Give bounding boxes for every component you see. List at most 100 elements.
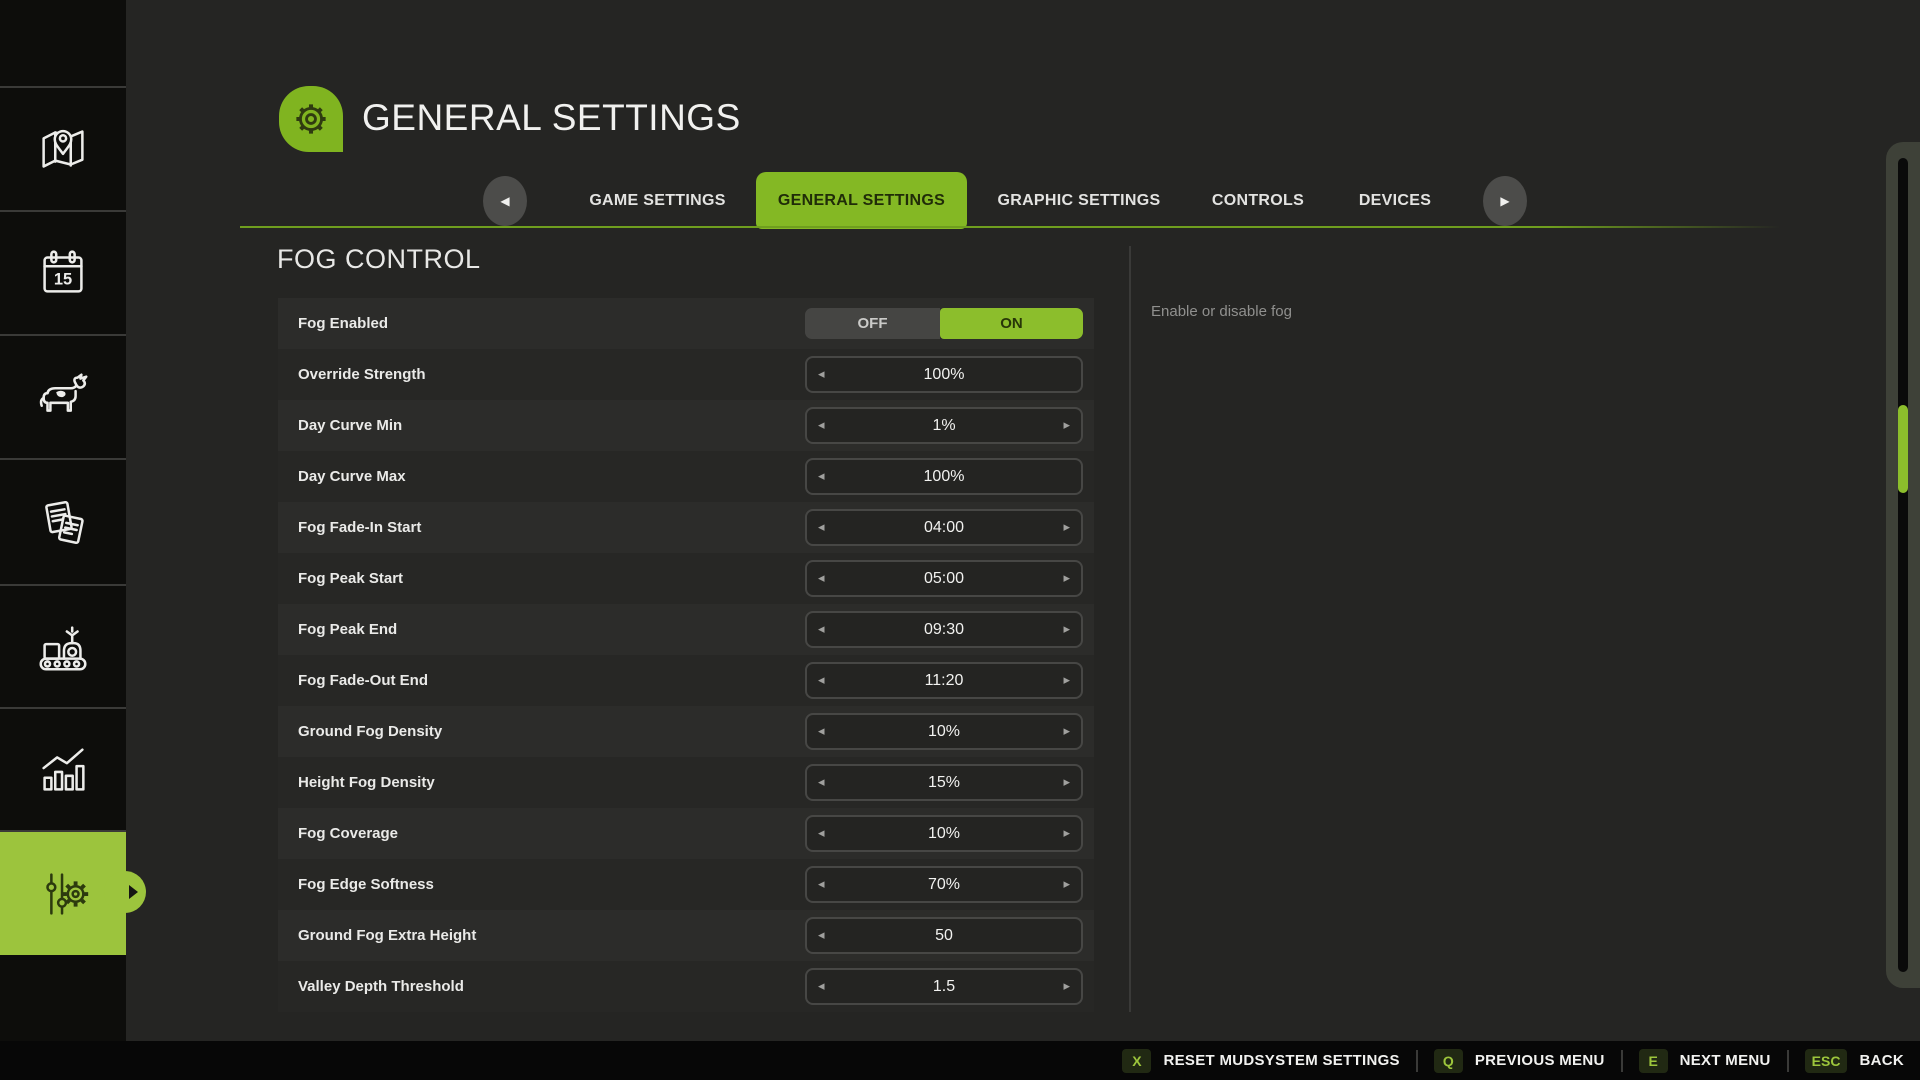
settings-icon	[32, 863, 94, 925]
stepper-value: 50	[807, 927, 1081, 945]
footer-keybar: X RESET MUDSYSTEM SETTINGS Q PREVIOUS ME…	[0, 1041, 1920, 1080]
sidebar-item-contracts[interactable]	[0, 458, 126, 584]
tabs-next-button[interactable]: ▶	[1483, 176, 1527, 226]
stepper-left-arrow-icon[interactable]: ◂	[818, 877, 825, 892]
sidebar-item-production[interactable]	[0, 584, 126, 707]
setting-row-fog-fade-in-start: Fog Fade-In Start ◂ 04:00 ▸	[278, 502, 1094, 553]
setting-row-fog-fade-out-end: Fog Fade-Out End ◂ 11:20 ▸	[278, 655, 1094, 706]
footer-action-reset-mudsystem-settings[interactable]: X RESET MUDSYSTEM SETTINGS	[1122, 1049, 1399, 1073]
stepper-right-arrow-icon[interactable]: ▸	[1063, 979, 1070, 994]
footer-action-previous-menu[interactable]: Q PREVIOUS MENU	[1434, 1049, 1605, 1073]
setting-label: Fog Enabled	[298, 298, 388, 349]
stepper-right-arrow-icon[interactable]: ▸	[1063, 724, 1070, 739]
setting-row-ground-fog-extra-height: Ground Fog Extra Height ◂ 50 ▸	[278, 910, 1094, 961]
stepper-right-arrow-icon[interactable]: ▸	[1063, 571, 1070, 586]
footer-action-next-menu[interactable]: E NEXT MENU	[1639, 1049, 1771, 1073]
stepper: ◂ 1% ▸	[805, 407, 1083, 444]
scrollbar-track[interactable]	[1898, 158, 1908, 972]
key-badge-x: X	[1122, 1049, 1151, 1073]
setting-row-valley-depth-threshold: Valley Depth Threshold ◂ 1.5 ▸	[278, 961, 1094, 1012]
stepper: ◂ 09:30 ▸	[805, 611, 1083, 648]
sidebar-active-arrow-icon	[129, 885, 138, 899]
sidebar-item-calendar[interactable]: 15	[0, 210, 126, 334]
sidebar-active-bump	[104, 871, 146, 913]
stepper-left-arrow-icon[interactable]: ◂	[818, 571, 825, 586]
stepper: ◂ 1.5 ▸	[805, 968, 1083, 1005]
setting-row-fog-peak-start: Fog Peak Start ◂ 05:00 ▸	[278, 553, 1094, 604]
footer-action-label: BACK	[1859, 1052, 1904, 1069]
stepper-value: 100%	[807, 366, 1081, 384]
tab-game-settings[interactable]: GAME SETTINGS	[585, 181, 730, 221]
setting-label: Override Strength	[298, 349, 426, 400]
general-settings-screen: 15	[0, 0, 1920, 1080]
stepper-right-arrow-icon[interactable]: ▸	[1063, 775, 1070, 790]
stepper-left-arrow-icon[interactable]: ◂	[818, 775, 825, 790]
stepper-value: 10%	[807, 723, 1081, 741]
stepper-left-arrow-icon[interactable]: ◂	[818, 418, 825, 433]
setting-label: Valley Depth Threshold	[298, 961, 464, 1012]
footer-action-back[interactable]: ESC BACK	[1805, 1049, 1904, 1073]
tabbar-underline	[240, 226, 1780, 228]
stepper-right-arrow-icon[interactable]: ▸	[1063, 520, 1070, 535]
calendar-day-label: 15	[54, 271, 72, 289]
tabs-prev-button[interactable]: ◀	[483, 176, 527, 226]
toggle-on-button[interactable]: ON	[940, 308, 1083, 339]
gear-icon	[285, 93, 337, 145]
stepper-left-arrow-icon[interactable]: ◂	[818, 469, 825, 484]
sidebar-item-map[interactable]	[0, 86, 126, 210]
settings-list: Fog Enabled OFF ON Override Strength ◂ 1…	[278, 298, 1094, 1012]
tab-graphic-settings[interactable]: GRAPHIC SETTINGS	[994, 181, 1164, 221]
stepper-left-arrow-icon[interactable]: ◂	[818, 367, 825, 382]
stepper-right-arrow-icon[interactable]: ▸	[1063, 622, 1070, 637]
setting-label: Height Fog Density	[298, 757, 435, 808]
stepper-left-arrow-icon[interactable]: ◂	[818, 673, 825, 688]
setting-row-fog-edge-softness: Fog Edge Softness ◂ 70% ▸	[278, 859, 1094, 910]
stepper-left-arrow-icon[interactable]: ◂	[818, 826, 825, 841]
stepper-left-arrow-icon[interactable]: ◂	[818, 520, 825, 535]
tab-devices[interactable]: DEVICES	[1355, 181, 1435, 221]
key-badge-q: Q	[1434, 1049, 1463, 1073]
tab-general-settings[interactable]: GENERAL SETTINGS	[756, 172, 967, 229]
contracts-icon	[32, 491, 94, 553]
stepper: ◂ 10% ▸	[805, 815, 1083, 852]
setting-row-fog-enabled: Fog Enabled OFF ON	[278, 298, 1094, 349]
stepper-right-arrow-icon[interactable]: ▸	[1063, 826, 1070, 841]
stepper-left-arrow-icon[interactable]: ◂	[818, 724, 825, 739]
footer-separator	[1787, 1050, 1789, 1072]
stepper: ◂ 15% ▸	[805, 764, 1083, 801]
production-icon	[32, 616, 94, 678]
stepper-value: 11:20	[807, 672, 1081, 690]
stepper-left-arrow-icon[interactable]: ◂	[818, 622, 825, 637]
map-icon	[32, 118, 94, 180]
stepper: ◂ 04:00 ▸	[805, 509, 1083, 546]
tab-controls[interactable]: CONTROLS	[1210, 181, 1306, 221]
setting-row-fog-coverage: Fog Coverage ◂ 10% ▸	[278, 808, 1094, 859]
setting-label: Day Curve Max	[298, 451, 406, 502]
description-divider	[1129, 246, 1131, 1012]
stepper-value: 100%	[807, 468, 1081, 486]
stepper-left-arrow-icon[interactable]: ◂	[818, 928, 825, 943]
page-title-icon	[279, 86, 343, 152]
setting-description: Enable or disable fog	[1151, 303, 1292, 320]
scrollbar-thumb[interactable]	[1898, 405, 1908, 493]
page-title: GENERAL SETTINGS	[362, 97, 741, 139]
section-title: FOG CONTROL	[277, 244, 481, 275]
chevron-left-icon: ◀	[500, 194, 509, 208]
stepper-right-arrow-icon[interactable]: ▸	[1063, 418, 1070, 433]
toggle-off-button[interactable]: OFF	[805, 308, 940, 339]
setting-row-ground-fog-density: Ground Fog Density ◂ 10% ▸	[278, 706, 1094, 757]
stepper-value: 15%	[807, 774, 1081, 792]
sidebar-item-statistics[interactable]	[0, 707, 126, 830]
setting-row-fog-peak-end: Fog Peak End ◂ 09:30 ▸	[278, 604, 1094, 655]
setting-label: Fog Peak End	[298, 604, 397, 655]
setting-label: Fog Coverage	[298, 808, 398, 859]
setting-row-day-curve-max: Day Curve Max ◂ 100% ▸	[278, 451, 1094, 502]
stepper-value: 70%	[807, 876, 1081, 894]
stepper-value: 1.5	[807, 978, 1081, 996]
stepper: ◂ 50 ▸	[805, 917, 1083, 954]
footer-action-label: RESET MUDSYSTEM SETTINGS	[1163, 1052, 1399, 1069]
sidebar-item-animals[interactable]	[0, 334, 126, 458]
stepper-right-arrow-icon[interactable]: ▸	[1063, 673, 1070, 688]
stepper-right-arrow-icon[interactable]: ▸	[1063, 877, 1070, 892]
stepper-left-arrow-icon[interactable]: ◂	[818, 979, 825, 994]
